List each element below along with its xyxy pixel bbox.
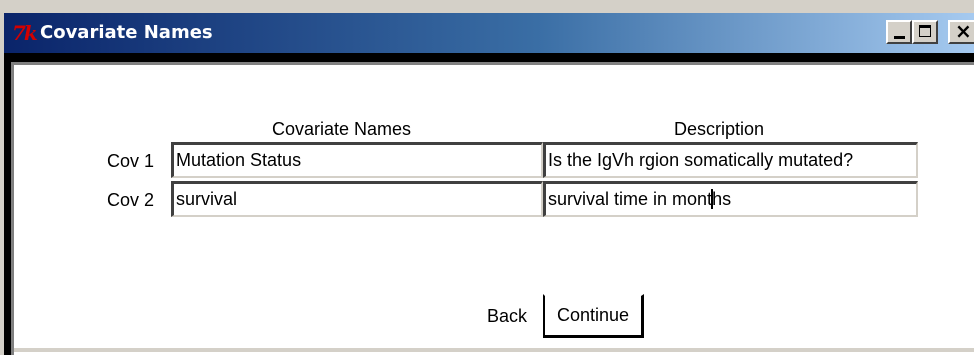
maximize-button[interactable] [912, 20, 938, 44]
back-button[interactable]: Back [431, 294, 543, 338]
minimize-icon [894, 36, 905, 39]
back-button-label: Back [486, 306, 527, 326]
frame-border-top [4, 53, 974, 62]
column-header-description: Description [674, 119, 765, 139]
title-bar[interactable]: 7k Covariate Names × [4, 13, 974, 53]
close-button[interactable]: × [948, 20, 974, 44]
cov-2-description-text-before-caret: survival time in mont [548, 189, 713, 209]
column-header-covariate-names: Covariate Names [272, 119, 412, 139]
cov-1-name-input[interactable]: Mutation Status [171, 142, 543, 178]
cov-2-description-input[interactable]: survival time in months [543, 181, 918, 217]
continue-button[interactable]: Continue [543, 294, 644, 338]
cov-2-description-text-after-caret: hs [712, 189, 732, 209]
row-label-cov-2: Cov 2 [107, 190, 155, 210]
minimize-button[interactable] [886, 20, 912, 44]
dialog-body: Covariate Names Description Cov 1 Mutati… [4, 53, 974, 355]
covariate-names-window: 7k Covariate Names × Covariate Names Des… [0, 0, 974, 355]
frame-border-left [4, 53, 11, 355]
frame-border-bottom [14, 348, 974, 352]
cov-1-description-input[interactable]: Is the IgVh rgion somatically mutated? [543, 142, 918, 178]
close-icon: × [955, 19, 972, 43]
window-title: Covariate Names [40, 22, 213, 43]
frame-shadow-left [11, 62, 14, 355]
continue-button-label: Continue [556, 305, 630, 325]
frame-shadow-top [11, 62, 974, 65]
maximize-icon [919, 25, 931, 37]
tk-logo-icon: 7k [12, 21, 38, 45]
row-label-cov-1: Cov 1 [107, 151, 155, 171]
cov-2-name-input[interactable]: survival [171, 181, 543, 217]
